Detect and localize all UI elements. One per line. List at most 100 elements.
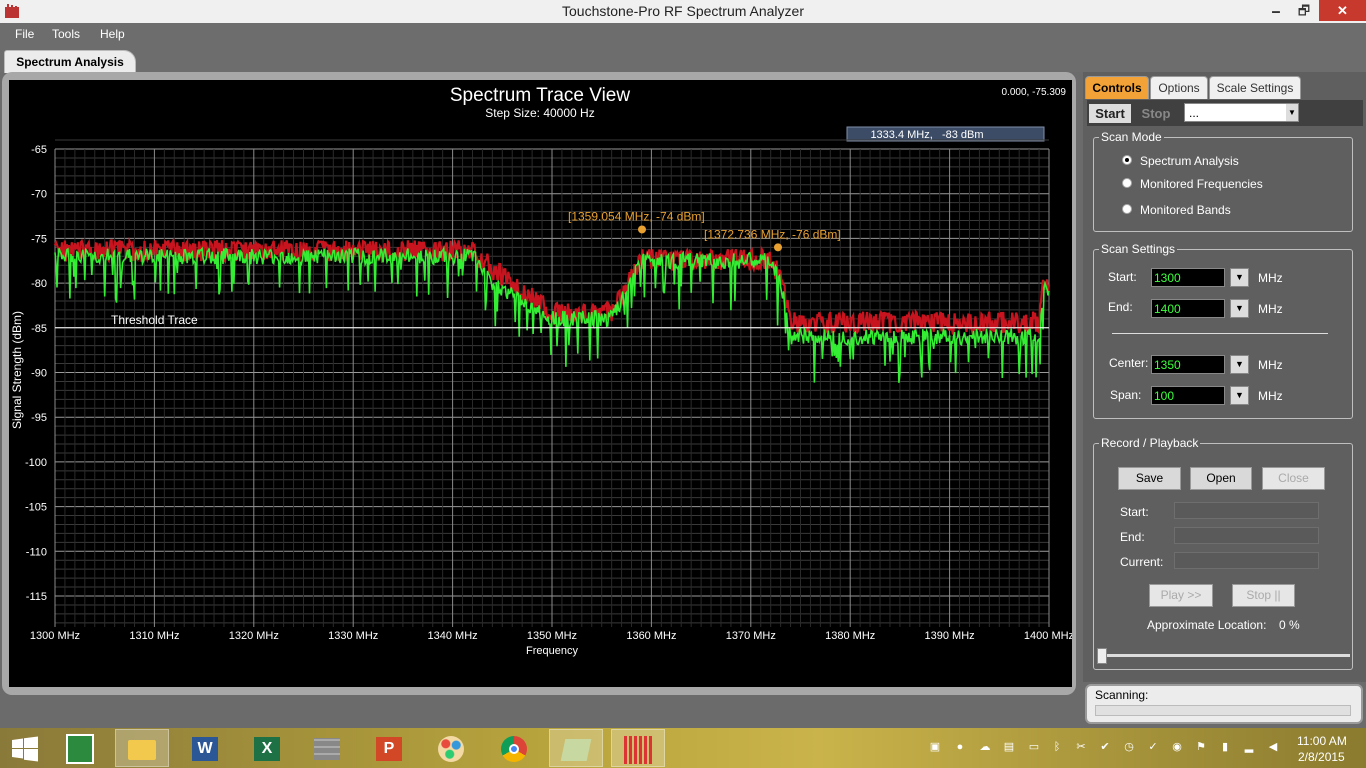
tab-controls[interactable]: Controls xyxy=(1085,76,1149,99)
close-button[interactable]: ✕ xyxy=(1319,0,1366,21)
scan-mode-title: Scan Mode xyxy=(1099,130,1164,144)
end-freq-dropdown[interactable]: ▼ xyxy=(1230,299,1249,318)
center-freq-unit: MHz xyxy=(1258,358,1283,372)
security-check-icon[interactable]: ✔ xyxy=(1098,740,1112,754)
play-button[interactable]: Play >> xyxy=(1149,584,1213,607)
tab-options[interactable]: Options xyxy=(1150,76,1208,99)
tool-icon[interactable]: ▤ xyxy=(1002,740,1016,754)
chevron-down-icon: ▼ xyxy=(1286,104,1298,121)
save-button[interactable]: Save xyxy=(1118,467,1181,490)
tab-scale-settings[interactable]: Scale Settings xyxy=(1209,76,1301,99)
x-tick-label: 1380 MHz xyxy=(825,630,875,642)
window-title: Touchstone-Pro RF Spectrum Analyzer xyxy=(562,3,804,19)
bluetooth-icon[interactable]: ᛒ xyxy=(1050,740,1064,754)
x-tick-labels: 1300 MHz 1310 MHz 1320 MHz 1330 MHz 1340 MHz… xyxy=(30,630,1072,642)
peak-markers: [1359.054 MHz, -74 dBm] [1372.736 MHz, -7… xyxy=(568,209,841,252)
tab-spectrum-analysis[interactable]: Spectrum Analysis xyxy=(4,50,136,73)
y-tick-label: -70 xyxy=(31,189,47,201)
settings-divider xyxy=(1112,333,1328,334)
span-unit: MHz xyxy=(1258,389,1283,403)
record-current-field xyxy=(1174,552,1319,569)
center-freq-input[interactable]: 1350 xyxy=(1151,355,1225,374)
scan-profile-value: ... xyxy=(1189,106,1200,120)
span-dropdown[interactable]: ▼ xyxy=(1230,386,1249,405)
menu-tools[interactable]: Tools xyxy=(52,27,80,41)
y-tick-label: -90 xyxy=(31,368,47,380)
word-icon[interactable]: W xyxy=(178,729,232,767)
calculator-icon[interactable] xyxy=(53,729,107,767)
paint-icon[interactable] xyxy=(424,729,478,767)
record-end-label: End: xyxy=(1120,530,1145,544)
chart-title: Spectrum Trace View xyxy=(450,85,631,106)
playback-slider-thumb[interactable] xyxy=(1097,648,1107,664)
maximize-button[interactable]: 🗗 xyxy=(1290,0,1318,21)
x-tick-label: 1350 MHz xyxy=(527,630,577,642)
x-tick-label: 1330 MHz xyxy=(328,630,378,642)
tab-strip xyxy=(0,46,1366,72)
peak-marker-dot xyxy=(637,225,646,234)
y-tick-label: -110 xyxy=(26,546,47,558)
scanning-label: Scanning: xyxy=(1095,688,1149,702)
record-start-label: Start: xyxy=(1120,505,1149,519)
y-tick-label: -105 xyxy=(25,502,47,514)
x-tick-label: 1390 MHz xyxy=(925,630,975,642)
cloud-icon[interactable]: ☁ xyxy=(978,740,992,754)
x-tick-label: 1320 MHz xyxy=(229,630,279,642)
folder-icon[interactable] xyxy=(549,729,603,767)
radio-label-spectrum-analysis: Spectrum Analysis xyxy=(1140,154,1239,168)
chart-grid xyxy=(54,139,1050,627)
y-tick-label: -65 xyxy=(31,144,47,156)
peak-marker-dot xyxy=(773,243,782,252)
radio-spectrum-analysis[interactable] xyxy=(1122,155,1132,165)
volume-icon[interactable]: ◀ xyxy=(1266,740,1280,754)
monitor-icon[interactable]: ▭ xyxy=(1027,740,1041,754)
windows-start-icon[interactable] xyxy=(12,736,38,762)
start-button[interactable]: Start xyxy=(1089,104,1131,123)
network-drive-icon[interactable]: ▣ xyxy=(928,740,942,754)
scan-profile-select[interactable]: ... ▼ xyxy=(1184,103,1299,122)
approx-location-label: Approximate Location: xyxy=(1147,618,1267,632)
open-button[interactable]: Open xyxy=(1190,467,1252,490)
menu-file[interactable]: File xyxy=(15,27,34,41)
location-icon[interactable]: ◉ xyxy=(1170,740,1184,754)
menu-help[interactable]: Help xyxy=(100,27,125,41)
minimize-button[interactable]: 🗕 xyxy=(1262,0,1290,21)
x-tick-label: 1310 MHz xyxy=(129,630,179,642)
powerpoint-icon[interactable]: P xyxy=(362,729,416,767)
firewall-icon[interactable] xyxy=(300,729,354,767)
color-picker-icon[interactable]: ● xyxy=(953,740,967,754)
excel-icon[interactable]: X xyxy=(240,729,294,767)
start-freq-dropdown[interactable]: ▼ xyxy=(1230,268,1249,287)
radio-monitored-frequencies[interactable] xyxy=(1122,178,1132,188)
radio-monitored-bands[interactable] xyxy=(1122,204,1132,214)
spectrum-analyzer-icon[interactable] xyxy=(611,729,665,767)
chrome-icon[interactable] xyxy=(487,729,541,767)
stop-button[interactable]: Stop xyxy=(1136,104,1176,123)
wifi-signal-icon[interactable]: ▂ xyxy=(1242,740,1256,754)
close-recording-button[interactable]: Close xyxy=(1262,467,1325,490)
taskbar-date[interactable]: 2/8/2015 xyxy=(1298,750,1345,764)
playback-stop-button[interactable]: Stop || xyxy=(1232,584,1295,607)
center-freq-dropdown[interactable]: ▼ xyxy=(1230,355,1249,374)
span-input[interactable]: 100 xyxy=(1151,386,1225,405)
end-freq-input[interactable]: 1400 xyxy=(1151,299,1225,318)
flag-icon[interactable]: ⚑ xyxy=(1194,740,1208,754)
tools-icon[interactable]: ✂ xyxy=(1074,740,1088,754)
x-tick-label: 1300 MHz xyxy=(30,630,80,642)
taskbar-time[interactable]: 11:00 AM xyxy=(1297,734,1347,748)
chart-subtitle: Step Size: 40000 Hz xyxy=(485,106,594,120)
record-end-field xyxy=(1174,527,1319,544)
start-freq-input[interactable]: 1300 xyxy=(1151,268,1225,287)
shield-check-icon[interactable]: ✓ xyxy=(1146,740,1160,754)
x-tick-label: 1360 MHz xyxy=(626,630,676,642)
file-explorer-icon[interactable] xyxy=(115,729,169,767)
clock-icon[interactable]: ◷ xyxy=(1122,740,1136,754)
playback-slider-track[interactable] xyxy=(1098,654,1350,657)
radio-label-monitored-bands: Monitored Bands xyxy=(1140,203,1231,217)
x-axis-label: Frequency xyxy=(526,645,578,657)
y-tick-labels: -65 -70 -75 -80 -85 -90 -95 -100 -105 -110 -115 xyxy=(25,144,47,603)
action-center-icon[interactable]: ▮ xyxy=(1218,740,1232,754)
end-freq-unit: MHz xyxy=(1258,302,1283,316)
spectrum-chart[interactable]: Spectrum Trace View Step Size: 40000 Hz … xyxy=(9,80,1072,687)
hover-readout: 1333.4 MHz, -83 dBm xyxy=(870,129,983,141)
